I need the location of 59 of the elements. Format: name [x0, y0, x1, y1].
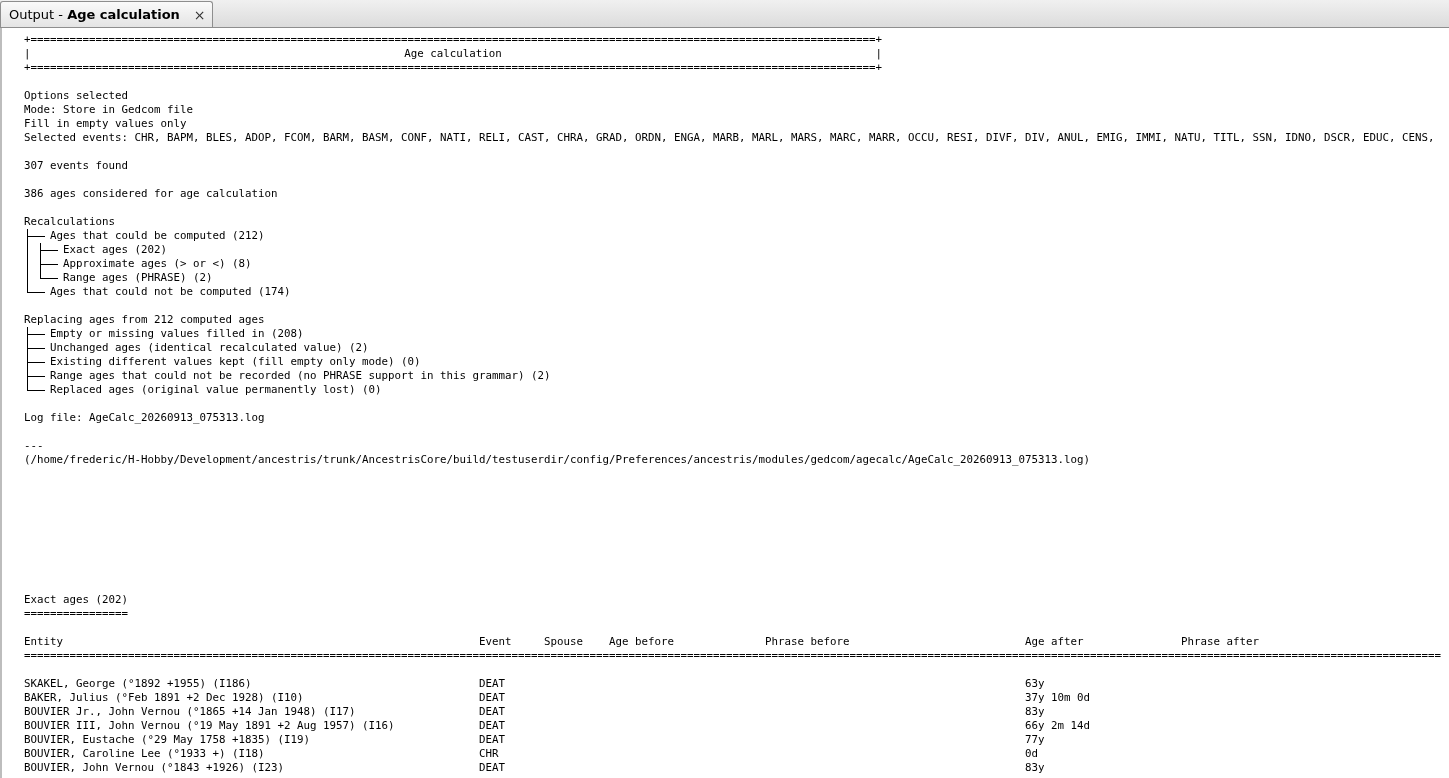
- heading-underline: ================: [24, 607, 128, 621]
- option-line: Fill in empty values only: [24, 117, 187, 131]
- close-icon[interactable]: ×: [193, 7, 206, 22]
- tree-item: Replaced ages (original value permanently lost) (0): [50, 383, 382, 397]
- column-header: Phrase after: [1181, 635, 1260, 649]
- separator-line: ---: [24, 439, 44, 453]
- column-header: Age before: [609, 635, 676, 649]
- tree-item: Existing different values kept (fill empty only mode) (0): [50, 355, 421, 369]
- log-file-line: Log file: AgeCalc_20260913_075313.log: [24, 411, 265, 425]
- tree-item: Range ages (PHRASE) (2): [63, 271, 213, 285]
- option-line: Mode: Store in Gedcom file: [24, 103, 193, 117]
- table-cell-text: BOUVIER Jr., John Vernou (°1865 +14 Jan 1948) (I17): [24, 705, 357, 719]
- table-cell-text: BOUVIER, Caroline Lee (°1933 +) (I18): [24, 747, 266, 761]
- table-cell-text: BOUVIER, Eustache (°29 May 1758 +1835) (I19): [24, 733, 311, 747]
- column-header: Spouse: [544, 635, 585, 649]
- banner-edge: |: [24, 47, 31, 61]
- section-heading: Replacing ages from 212 computed ages: [24, 313, 265, 327]
- table-cell-text: 0d: [1025, 747, 1040, 761]
- table-cell-text: BAKER, Julius (°Feb 1891 +2 Dec 1928) (I10): [24, 691, 305, 705]
- tree-item: Ages that could not be computed (174): [50, 285, 291, 299]
- tree-item: Ages that could be computed (212): [50, 229, 265, 243]
- option-line: Selected events: CHR, BAPM, BLES, ADOP, FCOM, BARM, BASM, CONF, NATI, RELI, CAST, CHRA, GRAD, ORDN, ENGA, MARB, MARL, MARS, MARC, MARR, OCCU, RESI, DIVF, DIV, ANUL, EMIG, IMMI, NATU, TITL, SSN, IDNO, DSCR, EDUC, CENS,: [24, 131, 1435, 145]
- table-cell-text: 66y 2m 14d: [1025, 719, 1092, 733]
- banner-rule: +==================================================================================================================================+: [24, 61, 883, 75]
- section-heading: Exact ages (202): [24, 593, 128, 607]
- tree-item: Empty or missing values filled in (208): [50, 327, 304, 341]
- banner-edge: |: [875, 47, 883, 61]
- table-cell-text: DEAT: [479, 719, 507, 733]
- table-cell-text: BOUVIER, John Vernou (°1843 +1926) (I23): [24, 761, 285, 775]
- summary-line: 307 events found: [24, 159, 128, 173]
- summary-line: 386 ages considered for age calculation: [24, 187, 278, 201]
- section-heading: Options selected: [24, 89, 128, 103]
- tree-item: Approximate ages (> or <) (8): [63, 257, 252, 271]
- column-header: Entity: [24, 635, 64, 649]
- column-header: Age after: [1025, 635, 1085, 649]
- table-cell-text: SKAKEL, George (°1892 +1955) (I186): [24, 677, 253, 691]
- table-cell-text: 83y: [1025, 761, 1046, 775]
- table-cell-text: 63y: [1025, 677, 1046, 691]
- column-header: Phrase before: [765, 635, 851, 649]
- table-cell-text: DEAT: [479, 733, 507, 747]
- column-header: Event: [479, 635, 513, 649]
- table-cell-text: 37y 10m 0d: [1025, 691, 1092, 705]
- output-tab[interactable]: Output - Age calculation ×: [0, 1, 213, 27]
- banner-title: Age calculation: [404, 47, 502, 61]
- table-cell-text: 83y: [1025, 705, 1046, 719]
- table-cell-text: CHR: [479, 747, 500, 761]
- table-cell-text: BOUVIER III, John Vernou (°19 May 1891 +2 Aug 1957) (I16): [24, 719, 396, 733]
- table-cell-text: DEAT: [479, 761, 507, 775]
- table-rule: ==========================================================================================================================================================================================================================: [24, 649, 1442, 663]
- table-cell-text: DEAT: [479, 677, 507, 691]
- banner-rule: +==================================================================================================================================+: [24, 33, 883, 47]
- log-path-line: (/home/frederic/H-Hobby/Development/ancestris/trunk/AncestrisCore/build/testuserdir/config/Preferences/ancestris/modules/gedcom/agecalc/AgeCalc_20260913_075313.log): [24, 453, 1091, 467]
- tree-item: Unchanged ages (identical recalculated value) (2): [50, 341, 369, 355]
- section-heading: Recalculations: [24, 215, 115, 229]
- table-cell-text: 77y: [1025, 733, 1046, 747]
- table-cell-text: DEAT: [479, 705, 507, 719]
- table-cell-text: DEAT: [479, 691, 507, 705]
- tree-item: Range ages that could not be recorded (no PHRASE support in this grammar) (2): [50, 369, 551, 383]
- tree-item: Exact ages (202): [63, 243, 167, 257]
